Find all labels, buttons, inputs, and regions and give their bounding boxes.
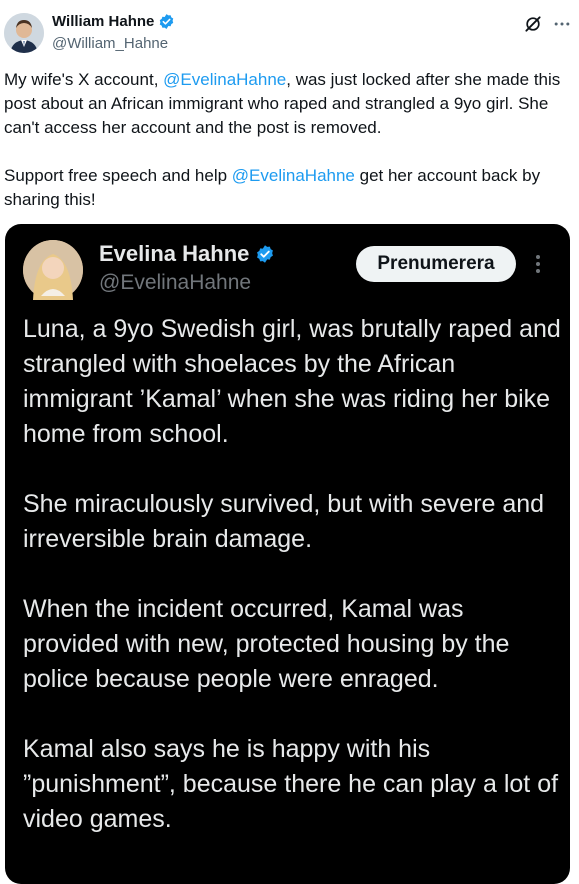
embedded-display-name: Evelina Hahne [99,241,250,266]
tweet-text-segment: My wife's X account, [4,70,164,89]
avatar-man-suit-icon [4,13,44,53]
embedded-name-row: Evelina Hahne [99,241,275,267]
verified-badge-icon [257,245,274,263]
embedded-handle: @EvelinaHahne [99,271,252,294]
embedded-paragraph: She miraculously survived, but with seve… [23,490,545,553]
verified-badge-icon [160,14,174,29]
mention-link[interactable]: @EvelinaHahne [232,166,355,185]
grok-icon[interactable] [523,14,543,34]
author-name-row: William Hahne [52,13,175,30]
more-vertical-icon [536,255,540,273]
mention-link[interactable]: @EvelinaHahne [163,70,286,89]
more-horizontal-icon[interactable] [552,14,572,34]
author-handle[interactable]: @William_Hahne [52,35,168,52]
tweet-text: My wife's X account, @EvelinaHahne, was … [4,68,574,212]
embedded-post-screenshot[interactable]: Evelina Hahne @EvelinaHahne Prenumerera … [5,224,570,884]
embedded-author-avatar [23,240,83,300]
avatar-woman-icon [23,240,83,300]
tweet-header: William Hahne @William_Hahne [0,0,579,64]
embedded-paragraph: Kamal also says he is happy with his ”pu… [23,735,559,833]
subscribe-button: Prenumerera [356,246,516,282]
author-display-name[interactable]: William Hahne [52,13,154,30]
embedded-paragraph: When the incident occurred, Kamal was pr… [23,595,510,693]
author-avatar[interactable] [4,13,44,53]
embedded-paragraph: Luna, a 9yo Swedish girl, was brutally r… [23,315,561,448]
embedded-post-body: Luna, a 9yo Swedish girl, was brutally r… [23,312,563,872]
